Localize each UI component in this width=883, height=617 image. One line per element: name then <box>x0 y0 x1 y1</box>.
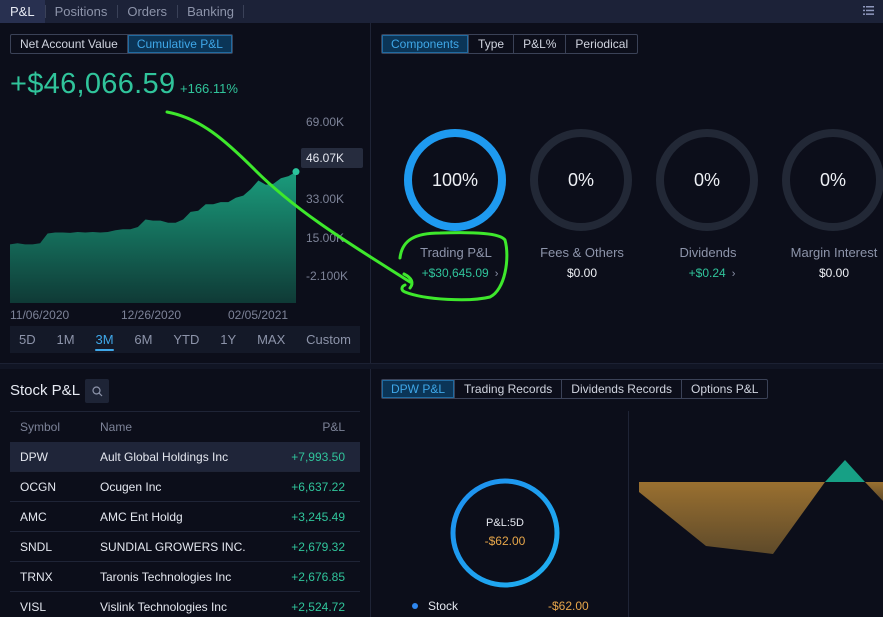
cell-pnl: +7,993.50 <box>291 449 345 464</box>
cell-symbol: TRNX <box>20 569 53 584</box>
cell-name: AMC Ent Holdg <box>100 509 183 524</box>
cell-pnl: +2,679.32 <box>291 539 345 554</box>
legend-dot-stock <box>412 603 418 609</box>
cell-name: SUNDIAL GROWERS INC. <box>100 539 246 554</box>
table-row[interactable]: AMC AMC Ent Holdg +3,245.49 <box>10 502 360 532</box>
stock-pnl-title: Stock P&L <box>10 382 81 399</box>
column-header-symbol[interactable]: Symbol <box>10 420 100 434</box>
table-row[interactable]: VISL Vislink Technologies Inc +2,524.72 <box>10 592 360 617</box>
ring-pnl-value: -$62.00 <box>484 534 526 548</box>
cell-symbol: DPW <box>20 449 48 464</box>
cell-name: Taronis Technologies Inc <box>100 569 232 584</box>
loss-area <box>865 482 883 501</box>
gain-area <box>825 460 865 482</box>
legend-label-stock: Stock <box>428 599 459 613</box>
annotation-arrow <box>165 110 412 284</box>
search-icon <box>91 385 102 396</box>
cell-name: Ault Global Holdings Inc <box>100 449 229 464</box>
stock-pnl-table: Symbol Name P&L DPW Ault Global Holdings… <box>10 411 360 617</box>
legend-value-stock: -$62.00 <box>548 599 589 613</box>
cell-name: Vislink Technologies Inc <box>100 600 227 614</box>
tab-dpw-pnl[interactable]: DPW P&L <box>382 380 455 398</box>
cell-symbol: OCGN <box>20 479 56 494</box>
table-row[interactable]: OCGN Ocugen Inc +6,637.22 <box>10 472 360 502</box>
loss-area <box>639 482 825 554</box>
tab-options-pnl[interactable]: Options P&L <box>681 380 767 398</box>
cell-symbol: AMC <box>20 509 47 524</box>
pnl-5d-ring <box>450 478 560 588</box>
cell-pnl: +3,245.49 <box>291 509 345 524</box>
table-header: Symbol Name P&L <box>10 412 360 442</box>
table-row[interactable]: DPW Ault Global Holdings Inc +7,993.50 <box>10 442 360 472</box>
tab-dividends-records[interactable]: Dividends Records <box>561 380 681 398</box>
column-header-pnl[interactable]: P&L <box>250 420 360 434</box>
dpw-daily-pnl-chart <box>639 460 883 554</box>
tab-trading-records[interactable]: Trading Records <box>454 380 561 398</box>
cell-pnl: +6,637.22 <box>291 479 345 494</box>
column-header-name[interactable]: Name <box>100 420 250 434</box>
table-row[interactable]: TRNX Taronis Technologies Inc +2,676.85 <box>10 562 360 592</box>
cell-symbol: VISL <box>20 600 47 614</box>
cell-symbol: SNDL <box>20 539 53 554</box>
cell-name: Ocugen Inc <box>100 479 162 494</box>
cell-pnl: +2,524.72 <box>291 600 345 614</box>
ring-period-label: P&L:5D <box>486 517 524 529</box>
annotation-circle <box>398 231 509 302</box>
table-row[interactable]: SNDL SUNDIAL GROWERS INC. +2,679.32 <box>10 532 360 562</box>
cell-pnl: +2,676.85 <box>291 569 345 584</box>
detail-tabs: DPW P&L Trading Records Dividends Record… <box>381 379 769 399</box>
search-button[interactable] <box>85 379 109 403</box>
